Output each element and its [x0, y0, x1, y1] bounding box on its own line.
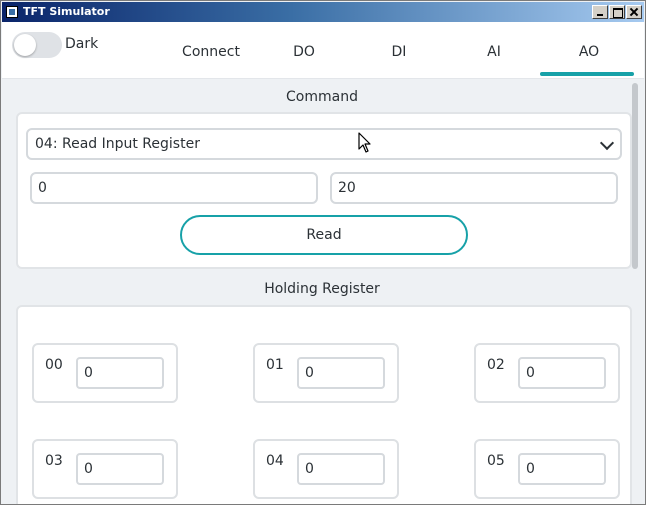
app-window: TFT Simulator Dark Connect DO DI AI AO C…	[0, 0, 646, 505]
register-value-input[interactable]: 0	[76, 357, 164, 389]
register-cell: 00 0	[32, 343, 178, 403]
maximize-icon[interactable]	[609, 5, 625, 19]
tab-do[interactable]: DO	[259, 44, 349, 60]
register-label: 05	[487, 453, 505, 469]
register-label: 04	[266, 453, 284, 469]
register-label: 02	[487, 357, 505, 373]
holding-register-card: 00 0 01 0 02 0 03 0 04 0 05 0	[16, 305, 632, 504]
ao-page: Command 04: Read Input Register 0 20 Rea…	[2, 80, 644, 504]
close-icon[interactable]	[626, 5, 642, 19]
register-label: 01	[266, 357, 284, 373]
register-count-input[interactable]: 20	[330, 172, 618, 204]
function-select-value: 04: Read Input Register	[35, 136, 200, 152]
register-cell: 04 0	[253, 439, 399, 499]
function-select[interactable]: 04: Read Input Register	[26, 128, 622, 160]
holding-register-title: Holding Register	[264, 281, 380, 297]
command-section-title: Command	[286, 89, 358, 105]
tab-ai[interactable]: AI	[449, 44, 539, 60]
window-title: TFT Simulator	[23, 5, 110, 18]
dark-mode-toggle[interactable]	[12, 32, 62, 58]
command-card: 04: Read Input Register 0 20 Read	[16, 112, 632, 269]
register-value-input[interactable]: 0	[297, 357, 385, 389]
app-icon	[6, 6, 18, 18]
start-address-input[interactable]: 0	[30, 172, 318, 204]
title-bar[interactable]: TFT Simulator	[2, 2, 644, 22]
chevron-down-icon	[599, 135, 615, 151]
register-label: 00	[45, 357, 63, 373]
dark-mode-label: Dark	[65, 36, 99, 52]
tab-ao[interactable]: AO	[544, 44, 634, 60]
register-label: 03	[45, 453, 63, 469]
register-cell: 01 0	[253, 343, 399, 403]
register-value-input[interactable]: 0	[297, 453, 385, 485]
minimize-icon[interactable]	[592, 5, 608, 19]
vertical-scrollbar[interactable]	[632, 83, 638, 269]
read-button[interactable]: Read	[180, 215, 468, 255]
mouse-cursor-icon	[358, 132, 371, 153]
register-value-input[interactable]: 0	[76, 453, 164, 485]
tab-di[interactable]: DI	[354, 44, 444, 60]
register-cell: 02 0	[474, 343, 620, 403]
register-cell: 05 0	[474, 439, 620, 499]
register-value-input[interactable]: 0	[518, 453, 606, 485]
register-value-input[interactable]: 0	[518, 357, 606, 389]
register-cell: 03 0	[32, 439, 178, 499]
tab-connect[interactable]: Connect	[166, 44, 256, 60]
active-tab-indicator	[540, 72, 634, 76]
top-bar: Dark Connect DO DI AI AO	[2, 22, 644, 79]
toggle-knob	[14, 34, 36, 56]
